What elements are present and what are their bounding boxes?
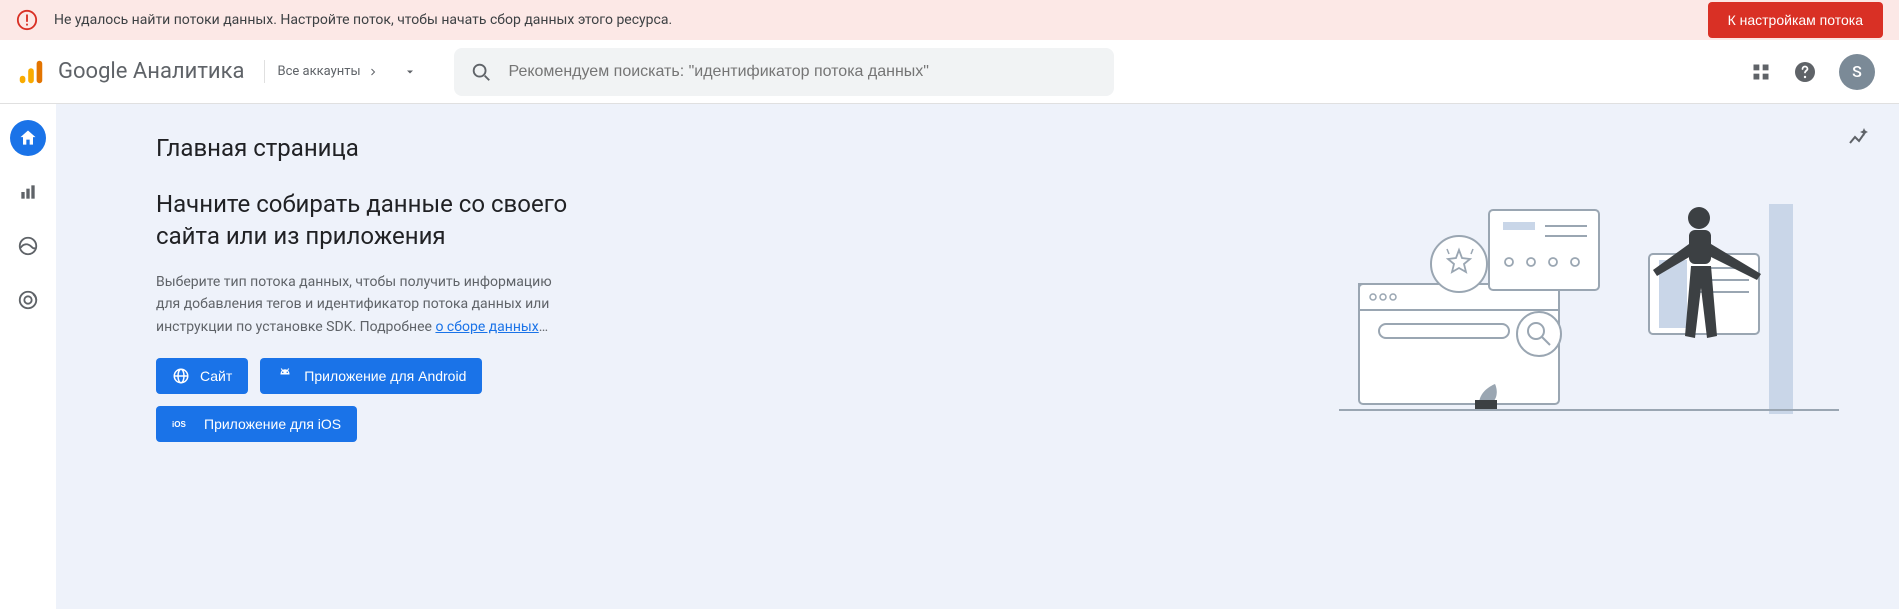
section-description: Выберите тип потока данных, чтобы получи…	[156, 271, 576, 338]
nav-home[interactable]	[10, 120, 46, 156]
android-icon	[276, 367, 294, 385]
section-heading: Начните собирать данные со своего сайта …	[156, 188, 576, 253]
alert-text: Не удалось найти потоки данных. Настройт…	[54, 12, 1708, 28]
go-to-stream-settings-button[interactable]: К настройкам потока	[1708, 2, 1883, 38]
globe-icon	[172, 367, 190, 385]
avatar[interactable]: S	[1839, 54, 1875, 90]
app-header: Google Аналитика Все аккаунты S	[0, 40, 1899, 104]
nav-reports[interactable]	[10, 174, 46, 210]
desc-ellipsis: …	[539, 319, 548, 335]
search-box[interactable]	[454, 48, 1114, 96]
alert-bar: Не удалось найти потоки данных. Настройт…	[0, 0, 1899, 40]
apps-icon[interactable]	[1751, 62, 1771, 82]
main-content: Главная страница Начните собирать данные…	[56, 104, 1899, 609]
alert-error-icon	[16, 9, 38, 31]
product-title: Google Аналитика	[58, 59, 244, 84]
accounts-label: Все аккаунты	[277, 64, 360, 79]
google-analytics-logo-icon	[16, 57, 46, 87]
ios-stream-button[interactable]: iOS Приложение для iOS	[156, 406, 357, 442]
ios-icon: iOS	[172, 417, 194, 431]
side-nav	[0, 104, 56, 609]
page-title: Главная страница	[156, 134, 1859, 162]
nav-advertising[interactable]	[10, 282, 46, 318]
svg-text:iOS: iOS	[172, 420, 186, 429]
ios-button-label: Приложение для iOS	[204, 416, 341, 432]
chevron-right-icon	[367, 66, 379, 78]
android-stream-button[interactable]: Приложение для Android	[260, 358, 482, 394]
onboarding-illustration	[1339, 204, 1839, 424]
data-collection-link[interactable]: о сборе данных	[435, 319, 538, 335]
help-icon[interactable]	[1793, 60, 1817, 84]
web-stream-button[interactable]: Сайт	[156, 358, 248, 394]
account-selector[interactable]: Все аккаунты	[264, 60, 424, 83]
android-button-label: Приложение для Android	[304, 368, 466, 384]
search-input[interactable]	[506, 62, 1098, 82]
insights-icon[interactable]	[1847, 126, 1871, 154]
web-button-label: Сайт	[200, 368, 232, 384]
nav-explore[interactable]	[10, 228, 46, 264]
header-actions: S	[1751, 54, 1875, 90]
search-icon	[470, 61, 492, 83]
caret-down-icon	[404, 66, 416, 78]
